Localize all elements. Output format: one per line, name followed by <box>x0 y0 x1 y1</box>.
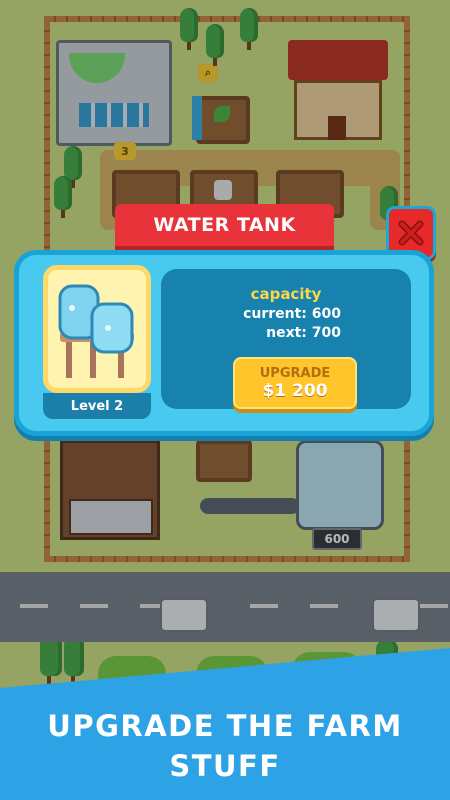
level-label: Level 2 <box>43 393 151 419</box>
item-card <box>43 265 151 393</box>
upgrade-button[interactable]: UPGRADE $1 200 <box>233 357 357 409</box>
promo-line-1: UPGRADE THE FARM <box>47 709 403 743</box>
promo-text: UPGRADE THE FARM STUFF <box>0 706 450 786</box>
upgrade-panel: Level 2 capacity current: 600 next: 700 … <box>14 250 434 436</box>
upgrade-price: $1 200 <box>262 380 328 401</box>
capacity-label: capacity <box>250 285 322 303</box>
farm-scene: ⌕ 3 600 WATER TANK Level 2 capacity curr… <box>0 0 450 800</box>
next-capacity: next: 700 <box>266 325 341 341</box>
promo-line-2: STUFF <box>169 749 281 783</box>
close-x-icon <box>398 220 424 246</box>
upgrade-label: UPGRADE <box>259 365 331 381</box>
modal-title: WATER TANK <box>115 204 334 246</box>
stats-box: capacity current: 600 next: 700 UPGRADE … <box>161 269 411 409</box>
current-capacity: current: 600 <box>243 306 341 322</box>
water-tank-icon <box>58 284 134 378</box>
